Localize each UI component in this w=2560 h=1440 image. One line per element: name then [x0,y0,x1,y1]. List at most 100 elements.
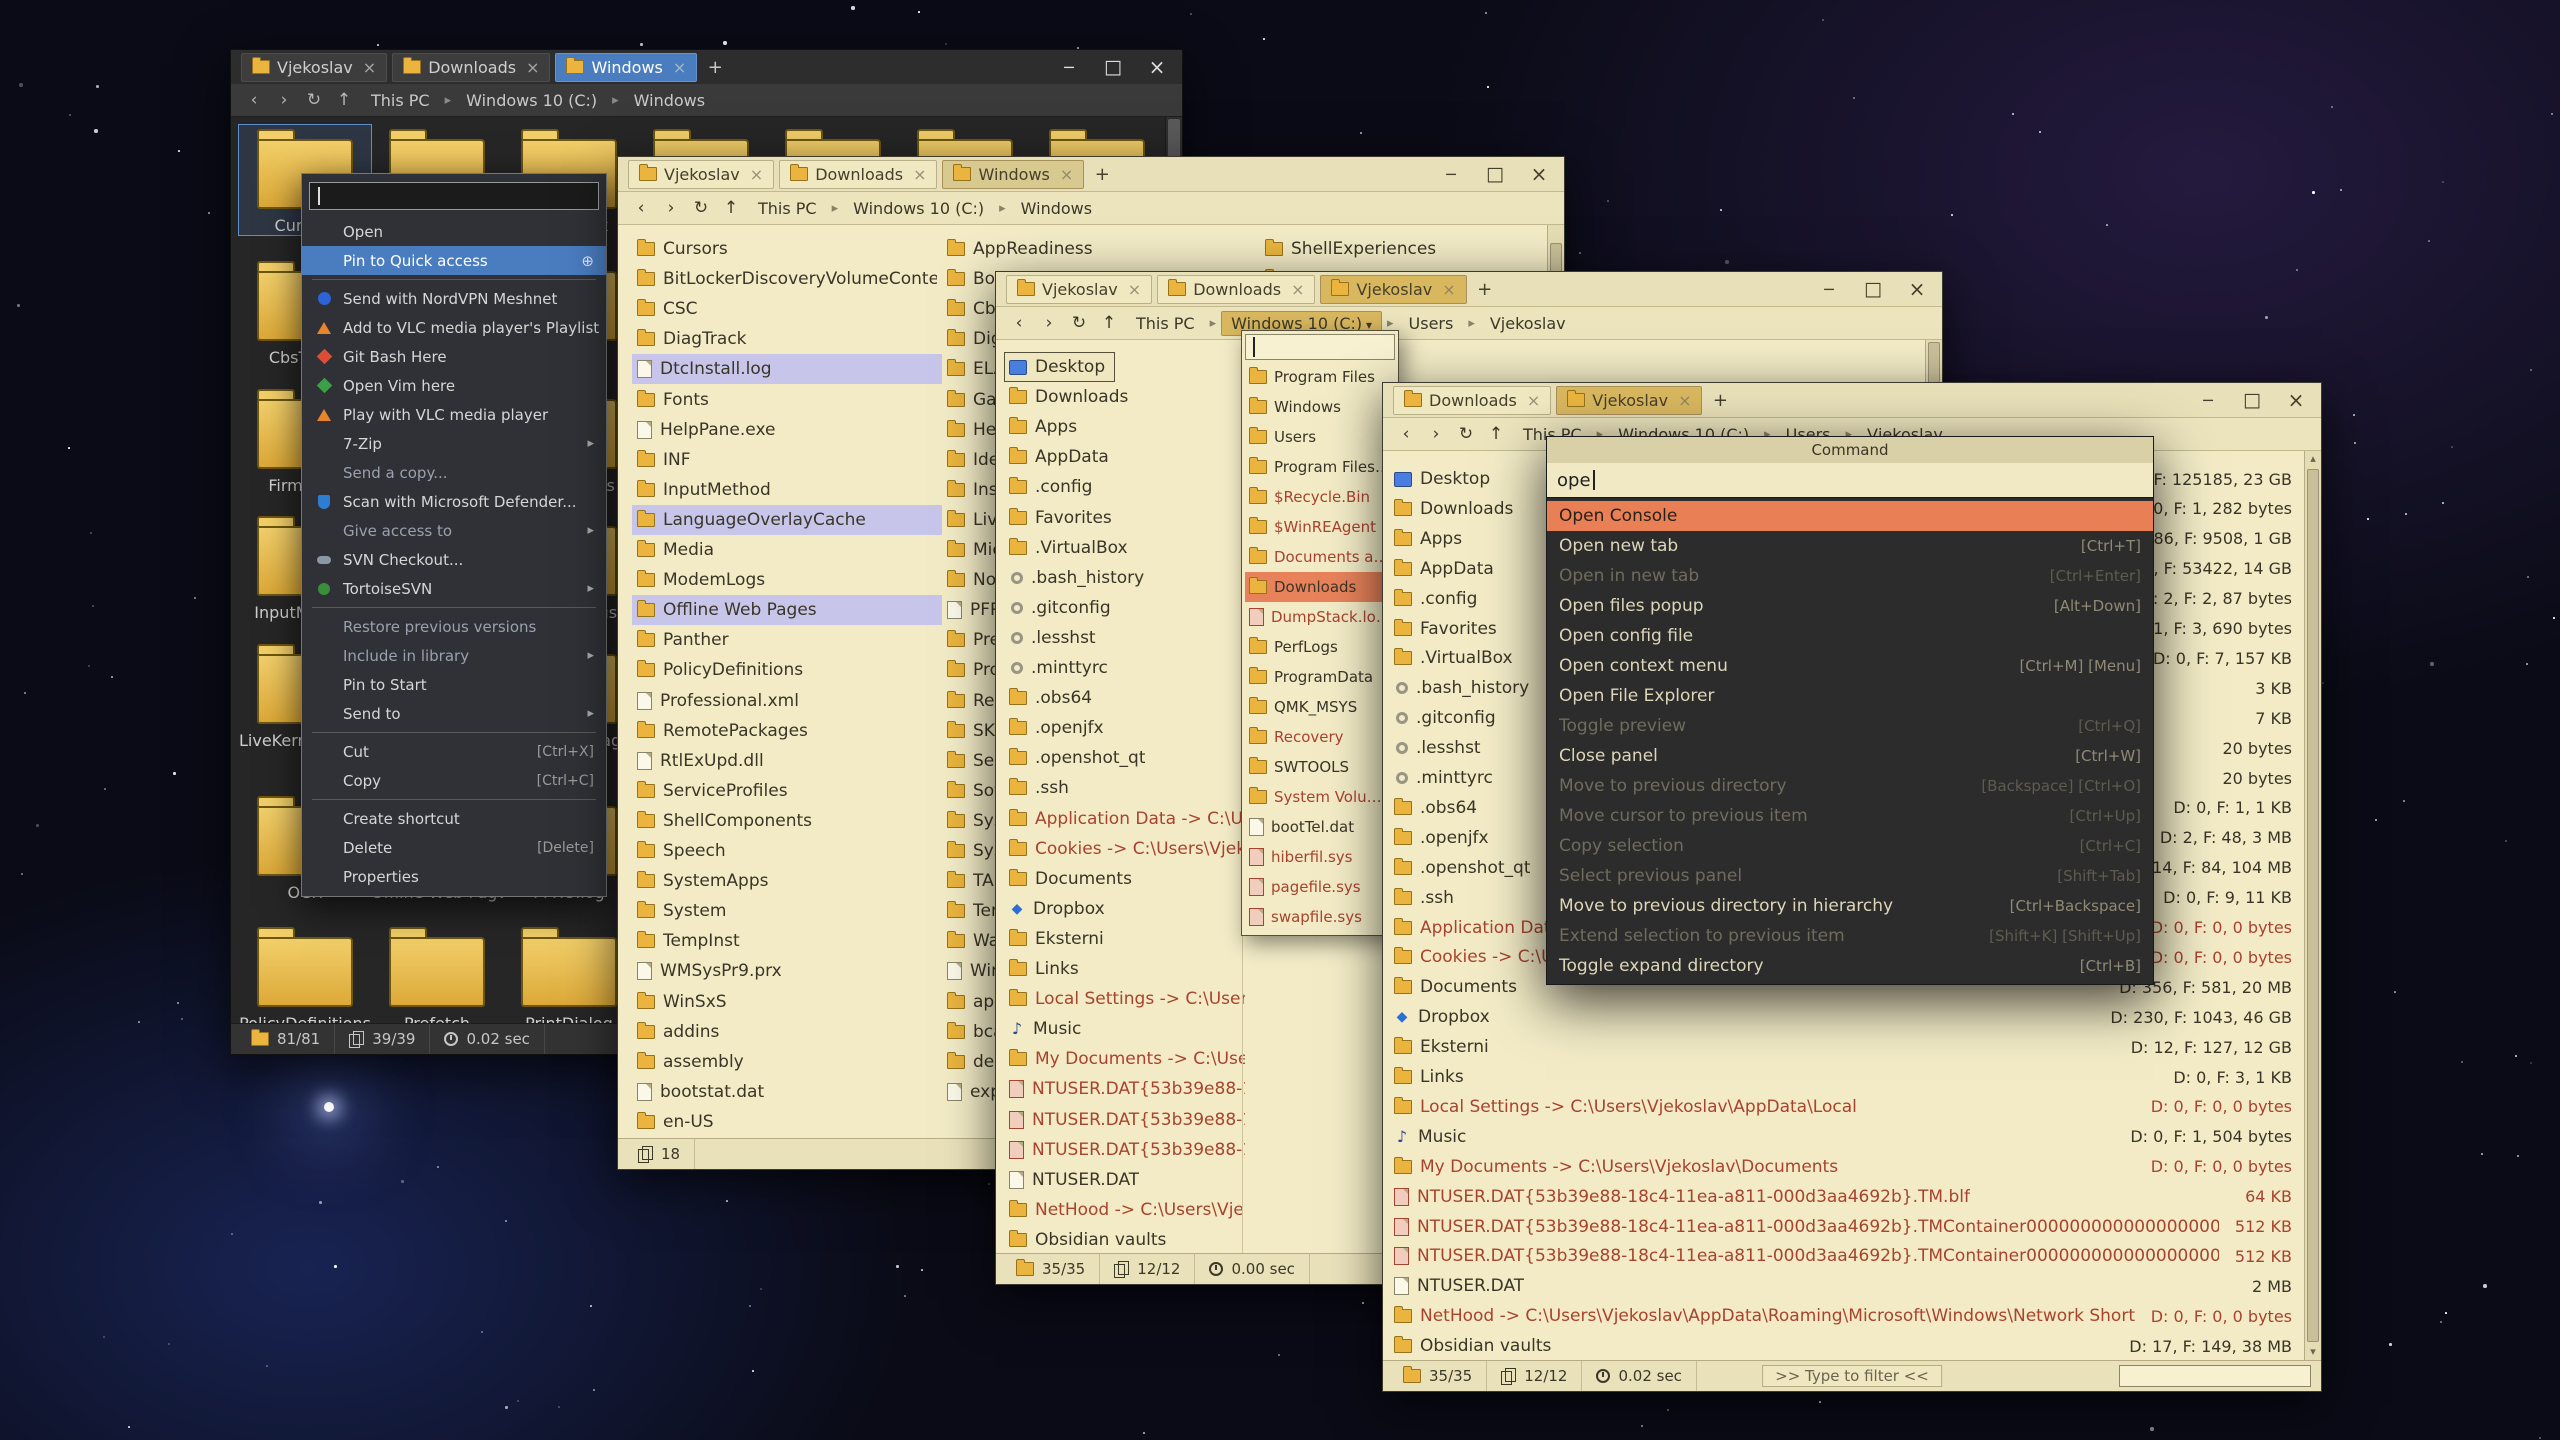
list-item[interactable]: TempInst [632,926,942,956]
list-item[interactable]: Panther [632,625,942,655]
dropdown-item-swtools[interactable]: SWTOOLS [1245,752,1395,782]
close-button[interactable] [1902,277,1932,301]
list-item[interactable]: NTUSER.DAT{53b39e88-18c4-11ea-a811-000d3… [1389,1241,2297,1271]
menu-item-include-in-library[interactable]: Include in library [302,641,606,670]
tab-vjekoslav[interactable]: Vjekoslav [241,53,387,82]
list-item[interactable]: ServiceProfiles [632,776,942,806]
command-open-in-new-tab[interactable]: Open in new tab[Ctrl+Enter] [1547,561,2153,591]
dropdown-item-swapfile-sys[interactable]: swapfile.sys [1245,902,1395,932]
tree-item[interactable]: ♪Music [1004,1014,1250,1044]
tree-item[interactable]: Desktop [1004,352,1115,382]
list-item[interactable]: PolicyDefinitions [632,655,942,685]
breadcrumb-windows-10-c[interactable]: Windows 10 (C:) [843,196,994,221]
menu-item-scan-with-microsoft-defender[interactable]: Scan with Microsoft Defender... [302,487,606,516]
tab-windows[interactable]: Windows [555,53,697,82]
menu-item-restore-previous-versions[interactable]: Restore previous versions [302,612,606,641]
breadcrumb-windows-10-c[interactable]: Windows 10 (C:) [456,88,607,113]
menu-item-play-with-vlc-media-player[interactable]: Play with VLC media player [302,400,606,429]
new-tab-button[interactable] [702,55,728,80]
command-open-file-explorer[interactable]: Open File Explorer [1547,681,2153,711]
menu-item-copy[interactable]: Copy[Ctrl+C] [302,766,606,795]
list-item[interactable]: NTUSER.DAT{53b39e88-18c4-11ea-a811-000d3… [1389,1212,2297,1242]
tree-item[interactable]: Links [1004,954,1250,984]
list-item[interactable]: NTUSER.DAT{53b39e88-18c4-11ea-a811-000d3… [1389,1182,2297,1212]
list-item[interactable]: Professional.xml [632,686,942,716]
tree-item[interactable]: Obsidian vaults [1004,1225,1250,1253]
list-item[interactable]: BitLockerDiscoveryVolumeContents [632,264,942,294]
tree-item[interactable]: .VirtualBox [1004,533,1250,563]
list-item[interactable]: WMSysPr9.prx [632,956,942,986]
tree-item[interactable]: NTUSER.DAT{53b39e88-18c4-11ea-a811-000d3… [1004,1135,1250,1165]
tab-close-icon[interactable] [1442,280,1455,299]
tree-item[interactable]: Apps [1004,412,1250,442]
tree-item[interactable]: Downloads [1004,382,1250,412]
tab-vjekoslav[interactable]: Vjekoslav [1320,275,1466,304]
back-button[interactable] [1393,424,1419,444]
list-item[interactable]: Obsidian vaultsD: 17, F: 149, 38 MB [1389,1331,2297,1360]
refresh-button[interactable] [1066,313,1092,333]
tab-downloads[interactable]: Downloads [1393,386,1551,415]
forward-button[interactable] [658,198,684,218]
command-move-to-previous-directory-in-hierarchy[interactable]: Move to previous directory in hierarchy[… [1547,891,2153,921]
list-item[interactable]: NetHood -> C:\Users\Vjekoslav\AppData\Ro… [1389,1301,2297,1331]
menu-item-pin-to-start[interactable]: Pin to Start [302,670,606,699]
breadcrumb-this-pc[interactable]: This PC [1126,311,1205,336]
menu-item-git-bash-here[interactable]: Git Bash Here [302,342,606,371]
menu-item-svn-checkout[interactable]: SVN Checkout... [302,545,606,574]
up-button[interactable] [718,198,744,218]
tree-item[interactable]: Application Data -> C:\Users\Vjekoslav\A… [1004,804,1250,834]
command-open-files-popup[interactable]: Open files popup[Alt+Down] [1547,591,2153,621]
new-tab-button[interactable] [1707,388,1733,413]
scroll-thumb[interactable] [2307,469,2319,1342]
command-extend-selection-to-previous-item[interactable]: Extend selection to previous item[Shift+… [1547,921,2153,951]
palette-query-input[interactable]: ope [1547,463,2153,498]
list-item[interactable]: DtcInstall.log [632,354,942,384]
tab-downloads[interactable]: Downloads [392,53,550,82]
tree-item[interactable]: NTUSER.DAT{53b39e88-18c4-11ea-a811-000d3… [1004,1074,1250,1104]
tree-item[interactable]: .obs64 [1004,683,1250,713]
maximize-button[interactable] [1098,55,1128,79]
folder-item[interactable]: PrintDialog [503,923,635,1023]
dropdown-item-pagefile-sys[interactable]: pagefile.sys [1245,872,1395,902]
up-button[interactable] [1096,313,1122,333]
back-button[interactable] [628,198,654,218]
tree-item[interactable]: .ssh [1004,773,1250,803]
list-item[interactable]: ShellExperiences [1260,234,1564,264]
list-item[interactable]: InputMethod [632,475,942,505]
folder-item[interactable]: Prefetch [371,923,503,1023]
tree-item[interactable]: .openshot_qt [1004,743,1250,773]
tree-item[interactable]: .lesshst [1004,623,1250,653]
menu-item-create-shortcut[interactable]: Create shortcut [302,804,606,833]
breadcrumb-vjekoslav[interactable]: Vjekoslav [1480,311,1576,336]
back-button[interactable] [241,90,267,110]
maximize-button[interactable] [1480,162,1510,186]
forward-button[interactable] [1423,424,1449,444]
list-item[interactable]: addins [632,1017,942,1047]
command-open-config-file[interactable]: Open config file [1547,621,2153,651]
tree-item[interactable]: My Documents -> C:\Users\Vjekoslav\Docum… [1004,1044,1250,1074]
tab-close-icon[interactable] [1128,280,1141,299]
dropdown-item-recovery[interactable]: Recovery [1245,722,1395,752]
command-open-console[interactable]: Open Console [1547,501,2153,531]
list-item[interactable]: System [632,896,942,926]
list-item[interactable]: Offline Web Pages [632,595,942,625]
dropdown-item-winreagent[interactable]: $WinREAgent [1245,512,1395,542]
list-item[interactable]: CSC [632,294,942,324]
tree-item[interactable]: .bash_history [1004,563,1250,593]
list-item[interactable]: LinksD: 0, F: 3, 1 KB [1389,1062,2297,1092]
list-item[interactable]: My Documents -> C:\Users\Vjekoslav\Docum… [1389,1152,2297,1182]
tab-vjekoslav[interactable]: Vjekoslav [1006,275,1152,304]
command-move-cursor-to-previous-item[interactable]: Move cursor to previous item[Ctrl+Up] [1547,801,2153,831]
menu-item-pin-to-quick-access[interactable]: Pin to Quick access [302,246,606,275]
up-button[interactable] [331,90,357,110]
tree-item[interactable]: Favorites [1004,503,1250,533]
command-copy-selection[interactable]: Copy selection[Ctrl+C] [1547,831,2153,861]
tab-windows[interactable]: Windows [942,160,1084,189]
minimize-button[interactable] [1436,162,1466,186]
dropdown-item-programdata[interactable]: ProgramData [1245,662,1395,692]
tab-close-icon[interactable] [1291,280,1304,299]
folder-item[interactable]: PolicyDefinitions [239,923,371,1023]
tree-item[interactable]: .openjfx [1004,713,1250,743]
list-item[interactable]: bootstat.dat [632,1077,942,1107]
tab-close-icon[interactable] [673,58,686,77]
